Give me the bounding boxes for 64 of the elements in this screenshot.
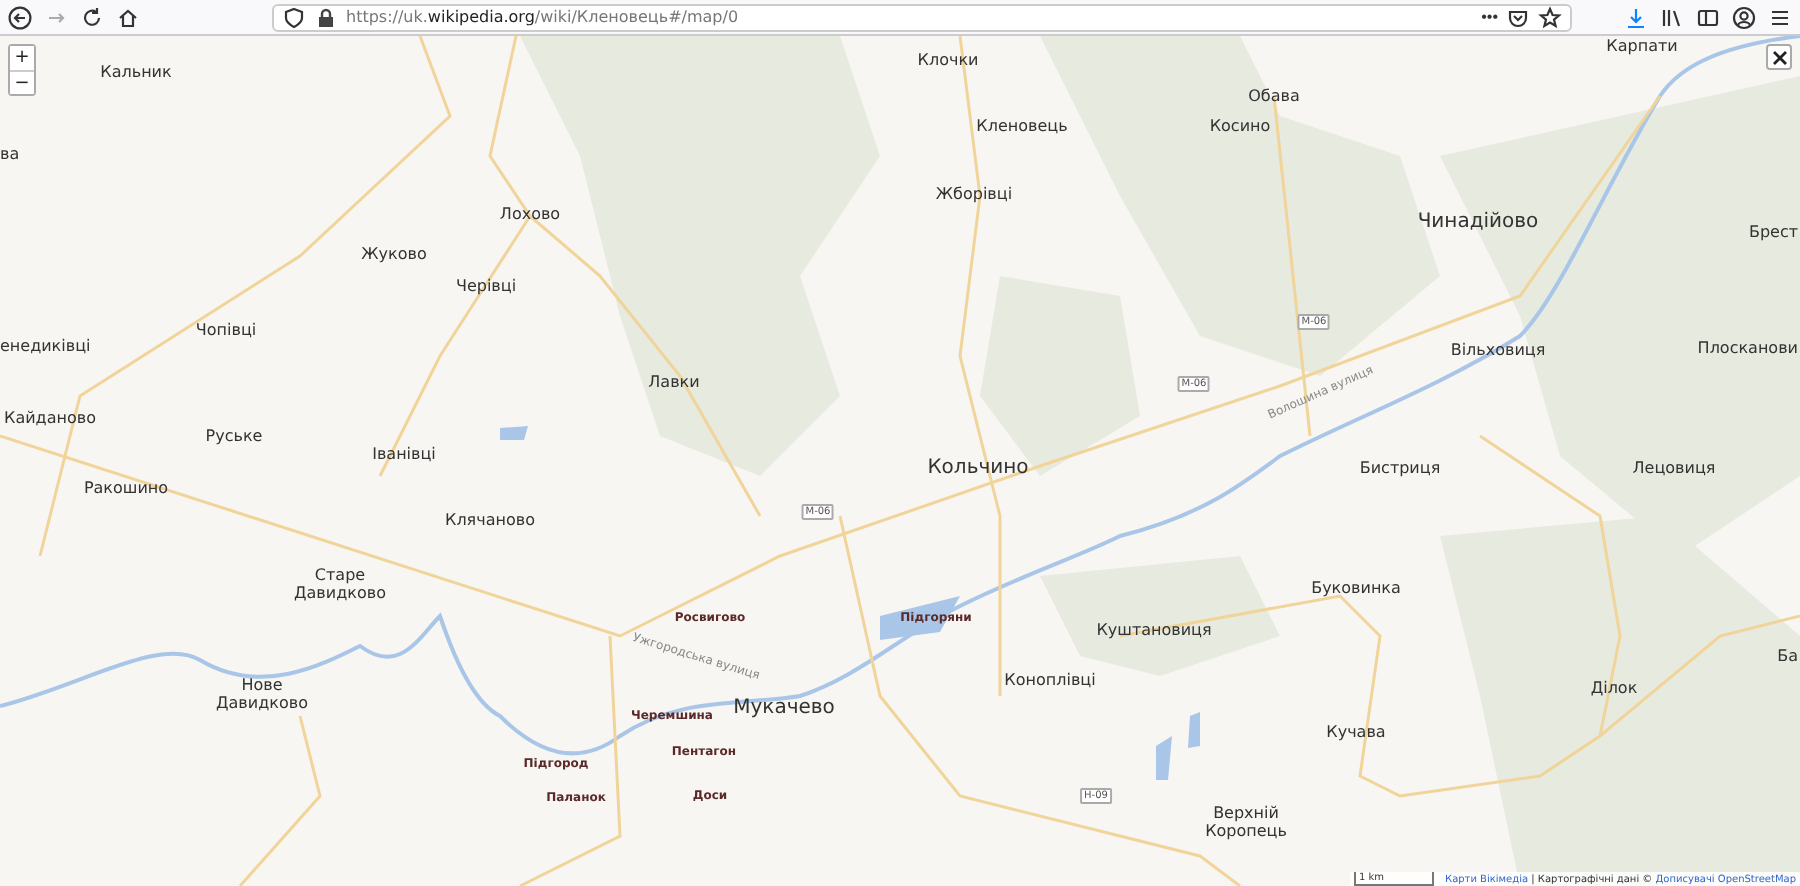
pocket-button[interactable] xyxy=(1506,5,1530,29)
place-label: Нове Давидково xyxy=(214,678,310,714)
place-label: Вільховиця xyxy=(1450,343,1546,361)
place-label: Клочки xyxy=(917,53,979,71)
reload-icon xyxy=(80,5,104,29)
shield-icon xyxy=(282,5,306,29)
account-icon xyxy=(1732,5,1756,29)
place-label: Жуково xyxy=(361,247,427,265)
back-icon xyxy=(8,5,32,29)
place-label: Косино xyxy=(1209,119,1271,137)
place-label: Жборівці xyxy=(935,187,1013,205)
place-label: Кайданово xyxy=(4,411,96,429)
place-label: Бистриця xyxy=(1359,461,1441,479)
download-button[interactable] xyxy=(1624,5,1648,29)
place-label: Плосканови xyxy=(1697,341,1798,359)
library-icon xyxy=(1660,5,1684,29)
page-actions-button[interactable]: ••• xyxy=(1481,8,1498,26)
place-label: енедиківці xyxy=(0,339,91,357)
place-label: ва xyxy=(0,147,20,165)
place-label: Дiлок xyxy=(1590,681,1638,699)
menu-icon xyxy=(1768,5,1792,29)
close-icon xyxy=(1771,49,1787,65)
place-label: Обава xyxy=(1248,89,1300,107)
place-label: Коноплівці xyxy=(1004,673,1096,691)
place-label: Черівці xyxy=(455,279,517,297)
lock-icon xyxy=(314,5,338,29)
download-icon xyxy=(1624,5,1648,29)
place-label: Верхній Коропець xyxy=(1203,806,1289,842)
place-label: Кучава xyxy=(1326,725,1386,743)
place-label: Карпати xyxy=(1606,39,1678,57)
home-button[interactable] xyxy=(116,5,140,29)
home-icon xyxy=(116,5,140,29)
place-label: Клячаново xyxy=(445,513,535,531)
place-label: Ба xyxy=(1777,649,1798,667)
url-text: https://uk.wikipedia.org/wiki/Кленовець#/map/0 xyxy=(346,8,739,26)
pocket-icon xyxy=(1506,5,1530,29)
star-icon xyxy=(1538,5,1562,29)
star-button[interactable] xyxy=(1538,5,1562,29)
close-button[interactable] xyxy=(1766,44,1792,70)
sidebar-button[interactable] xyxy=(1696,5,1720,29)
place-label: Руське xyxy=(205,429,263,447)
place-label: Старе Давидково xyxy=(292,568,388,604)
zoom-out-button[interactable]: − xyxy=(10,70,34,94)
place-label: Лецовиця xyxy=(1632,461,1716,479)
place-label: Кольчино xyxy=(927,457,1029,479)
place-label: Ракошино xyxy=(83,481,169,499)
place-label: Мукачево xyxy=(733,697,835,719)
reload-button[interactable] xyxy=(80,5,104,29)
place-label: Іванівці xyxy=(372,447,436,465)
library-button[interactable] xyxy=(1660,5,1684,29)
place-label: Лавки xyxy=(648,375,700,393)
place-label: Брест xyxy=(1748,225,1798,243)
place-label: Кленовець xyxy=(976,119,1068,137)
sidebar-icon xyxy=(1696,5,1720,29)
account-button[interactable] xyxy=(1732,5,1756,29)
place-label: Буковинка xyxy=(1311,581,1401,599)
place-label: Чинадійово xyxy=(1417,211,1539,233)
back-button[interactable] xyxy=(8,5,32,29)
place-label: Чопівці xyxy=(195,323,257,341)
place-label: Кальник xyxy=(100,65,172,83)
place-label: Куштановиця xyxy=(1096,623,1212,641)
menu-button[interactable] xyxy=(1768,5,1792,29)
address-bar[interactable]: https://uk.wikipedia.org/wiki/Кленовець#/map/0 ••• xyxy=(272,3,1572,31)
place-label: Лохово xyxy=(499,207,561,225)
